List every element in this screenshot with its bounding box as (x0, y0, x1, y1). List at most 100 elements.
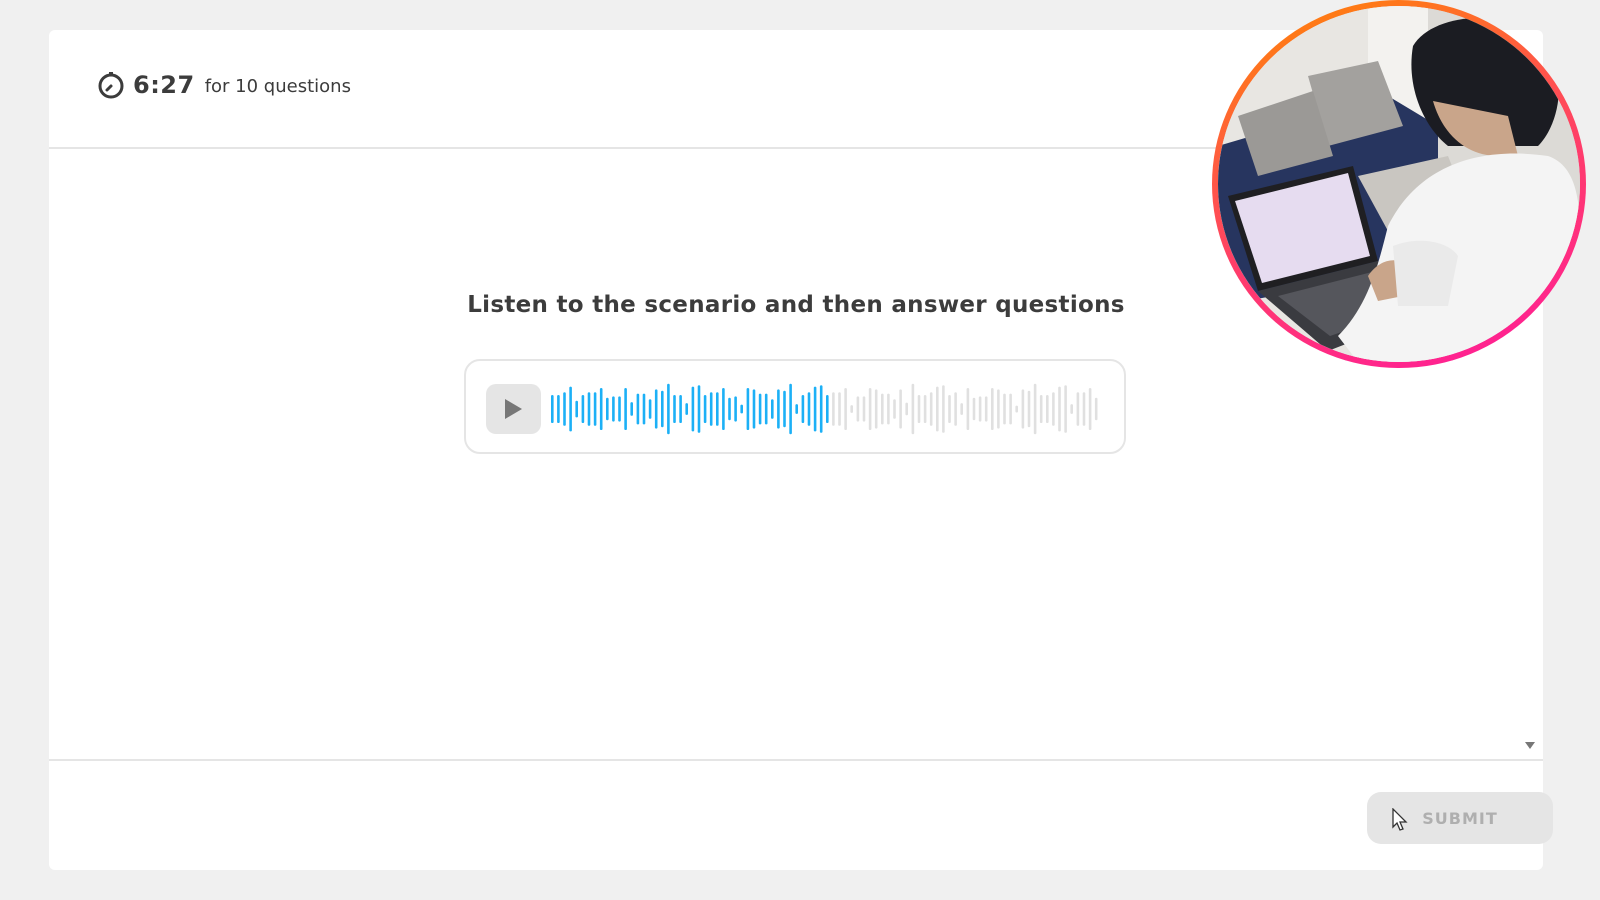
waveform-bar (1039, 395, 1043, 423)
waveform-bar (709, 392, 713, 426)
play-icon (505, 399, 522, 419)
waveform-bar (728, 397, 731, 421)
waveform-bar (1076, 392, 1080, 426)
stopwatch-icon (97, 71, 125, 99)
waveform-bar (801, 395, 805, 423)
play-button[interactable] (486, 384, 541, 434)
waveform-bar (789, 383, 792, 435)
waveform-bar (612, 396, 615, 422)
waveform-bar (1052, 392, 1055, 426)
waveform-bar (667, 383, 670, 435)
waveform-bar (984, 396, 988, 422)
waveform-bar (905, 402, 908, 416)
waveform-bar (923, 395, 927, 423)
waveform-bar (551, 395, 554, 423)
waveform-bar (1070, 404, 1073, 414)
waveform-bar (978, 396, 982, 422)
waveform-bar (734, 396, 737, 422)
waveform-bar (685, 403, 688, 415)
waveform-bar (813, 386, 817, 432)
waveform-bar (899, 389, 902, 429)
waveform-bar (697, 385, 701, 433)
waveform-bar (991, 388, 994, 430)
waveform-bar (599, 388, 603, 430)
waveform-bar (954, 392, 957, 426)
waveform-bar (1058, 386, 1061, 432)
waveform-bar (752, 389, 756, 429)
waveform-bar (942, 385, 945, 433)
waveform-bar (838, 392, 841, 426)
waveform-bar (661, 390, 664, 428)
waveform-bar (716, 392, 719, 426)
waveform-bar (618, 396, 621, 422)
waveform-bar (642, 393, 646, 425)
waveform-bar (1033, 383, 1037, 435)
waveform-bar (1015, 405, 1018, 413)
waveform-bar (587, 392, 591, 426)
waveform-bar (1009, 393, 1012, 425)
waveform-bar (1082, 392, 1086, 426)
waveform-bar (1021, 389, 1025, 429)
waveform-bar (1003, 393, 1006, 425)
webcam-preview (1212, 0, 1586, 368)
waveform-bar (691, 386, 695, 432)
waveform-bar (563, 392, 566, 426)
waveform-bar (929, 392, 933, 426)
waveform-bar (783, 390, 786, 428)
waveform-bar (764, 393, 768, 425)
waveform-bar (948, 395, 951, 423)
waveform-bar (868, 388, 872, 430)
waveform-bar (1064, 385, 1067, 433)
webcam-frame-image (1218, 6, 1580, 362)
waveform-bar (575, 400, 578, 418)
quiz-footer (49, 759, 1543, 870)
waveform-bar (593, 392, 597, 426)
waveform-bar (1027, 390, 1031, 428)
waveform-bar (911, 383, 915, 435)
waveform-bar (819, 385, 823, 433)
waveform-bar (740, 404, 743, 414)
waveform-bar (850, 405, 853, 413)
waveform-bar (703, 395, 707, 423)
timer-value: 6:27 (133, 71, 195, 99)
waveform-bar (826, 395, 829, 423)
waveform-bar (874, 389, 878, 429)
waveform-bar (777, 389, 780, 429)
waveform-bar (960, 403, 963, 415)
waveform-bar (581, 395, 585, 423)
waveform-bar (856, 396, 860, 422)
waveform-bar (746, 388, 750, 430)
waveform-bar (557, 395, 560, 423)
waveform-bar (832, 392, 835, 426)
webcam-video (1218, 6, 1580, 362)
waveform-bar (569, 386, 572, 432)
mouse-cursor-icon (1392, 808, 1408, 831)
waveform-bar (648, 399, 652, 419)
waveform-bar (844, 388, 847, 430)
waveform-bar (893, 399, 896, 419)
waveform-bar (1088, 388, 1092, 430)
waveform-bar (1046, 395, 1049, 423)
waveform-bar (771, 399, 774, 419)
waveform-bar (679, 395, 682, 423)
waveform-bar (606, 397, 609, 421)
waveform-bar (795, 404, 798, 414)
waveform-bar (624, 388, 627, 430)
waveform-bar (1094, 397, 1098, 421)
waveform-bar (630, 402, 633, 416)
waveform-bar (636, 393, 640, 425)
audio-player (464, 359, 1126, 454)
waveform-bar (862, 396, 866, 422)
waveform-bar (966, 388, 970, 430)
waveform-bar (654, 389, 658, 429)
timer: 6:27 for 10 questions (97, 71, 351, 99)
audio-waveform[interactable] (550, 381, 1100, 437)
waveform-bar (917, 395, 921, 423)
scroll-down-icon[interactable] (1525, 742, 1535, 749)
waveform-bar (936, 386, 939, 432)
waveform-bar (722, 388, 725, 430)
waveform-bar (997, 389, 1000, 429)
waveform-bar (807, 392, 811, 426)
waveform-bar (673, 395, 676, 423)
waveform-bar (887, 393, 890, 425)
